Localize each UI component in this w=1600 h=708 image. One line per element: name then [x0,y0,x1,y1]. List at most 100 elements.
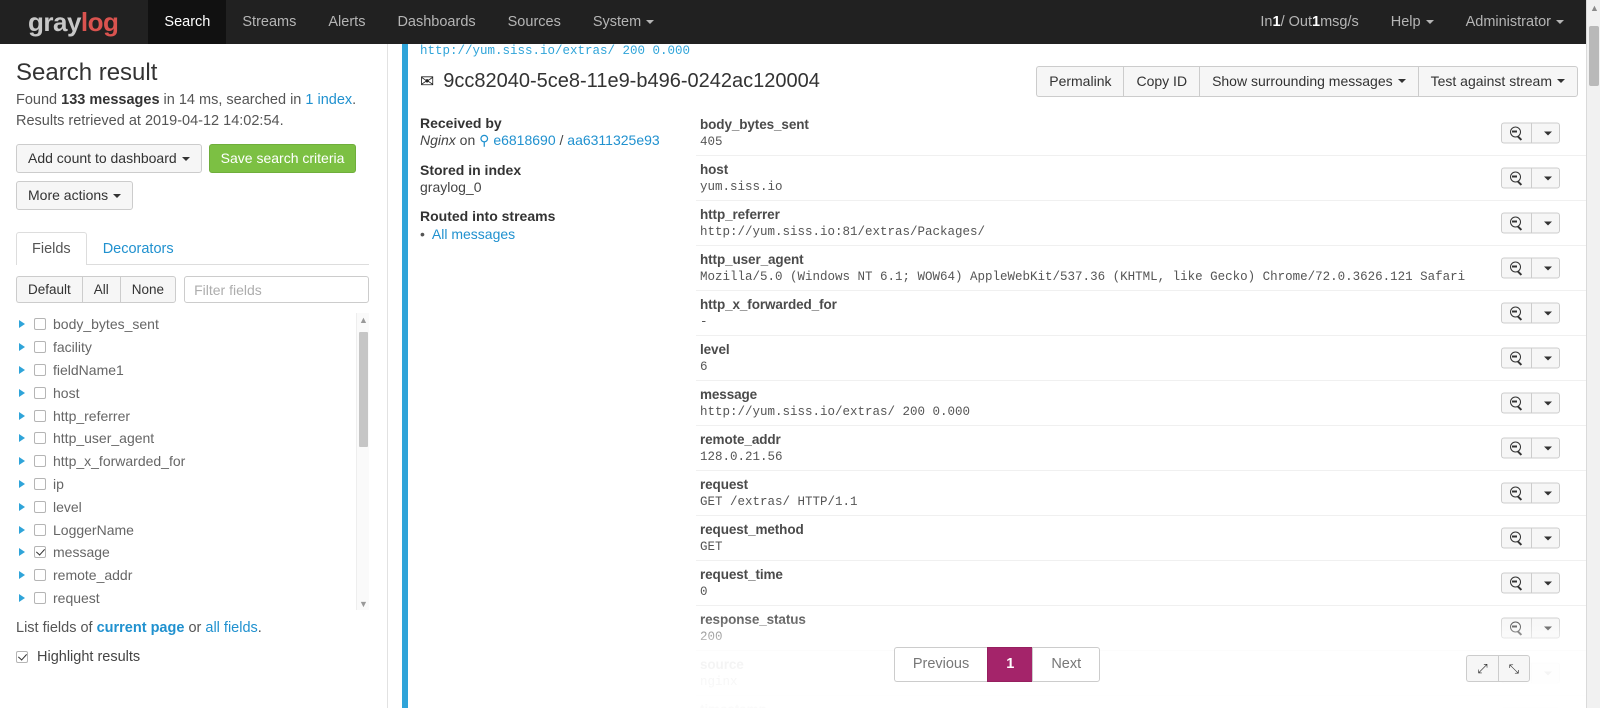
all-fields-link[interactable]: all fields [205,620,257,636]
field-list-item[interactable]: LoggerName [16,518,355,541]
copy-id-button[interactable]: Copy ID [1123,65,1200,97]
nav-item-dashboards[interactable]: Dashboards [381,0,491,44]
expand-triangle-icon[interactable] [19,593,25,602]
field-options-dropdown-button[interactable] [1531,617,1560,639]
field-checkbox[interactable] [34,546,46,559]
tab-decorators[interactable]: Decorators [87,232,190,265]
expand-triangle-icon[interactable] [19,502,25,511]
field-options-dropdown-button[interactable] [1531,167,1560,189]
field-checkbox[interactable] [34,386,46,399]
field-checkbox[interactable] [34,318,46,331]
field-list-item[interactable]: fieldName1 [16,359,355,382]
field-list-scrollbar[interactable]: ▲ ▼ [356,313,369,610]
tab-fields[interactable]: Fields [16,232,87,265]
page-scrollbar-thumb[interactable] [1589,26,1599,86]
node-full-link[interactable]: aa6311325e93 [567,132,659,148]
expand-triangle-icon[interactable] [19,365,25,374]
expand-triangle-icon[interactable] [19,457,25,466]
pagination-page-1-button[interactable]: 1 [987,647,1033,682]
field-list-item[interactable]: host [16,381,355,404]
nav-item-system[interactable]: System [577,0,670,44]
current-page-link[interactable]: current page [97,620,185,636]
field-options-dropdown-button[interactable] [1531,392,1560,414]
field-list-item[interactable]: request [16,587,355,610]
field-options-dropdown-button[interactable] [1531,122,1560,144]
preset-all-button[interactable]: All [81,276,120,303]
more-actions-button[interactable]: More actions [16,181,134,210]
field-list-item[interactable]: http_user_agent [16,427,355,450]
zoom-out-field-button[interactable] [1501,527,1531,549]
pagination-next-button[interactable]: Next [1032,647,1101,682]
stream-link-all-messages[interactable]: All messages [432,226,515,242]
field-checkbox[interactable] [34,569,46,582]
highlight-results-row[interactable]: Highlight results [16,649,369,665]
nav-item-sources[interactable]: Sources [492,0,577,44]
field-options-dropdown-button[interactable] [1531,527,1560,549]
preset-default-button[interactable]: Default [16,276,82,303]
field-options-dropdown-button[interactable] [1531,437,1560,459]
zoom-out-field-button[interactable] [1501,257,1531,279]
field-list-item[interactable]: http_x_forwarded_for [16,450,355,473]
expand-panel-button[interactable]: ⤢ [1466,655,1498,682]
zoom-out-field-button[interactable] [1501,212,1531,234]
field-options-dropdown-button[interactable] [1531,572,1560,594]
preset-none-button[interactable]: None [119,276,177,303]
expand-triangle-icon[interactable] [19,320,25,329]
pagination-previous-button[interactable]: Previous [893,647,988,682]
expand-triangle-icon[interactable] [19,479,25,488]
zoom-out-field-button[interactable] [1501,302,1531,324]
page-scrollbar[interactable]: ▲ [1586,0,1600,708]
expand-triangle-icon[interactable] [19,548,25,557]
scrollbar-thumb[interactable] [359,332,368,447]
expand-triangle-icon[interactable] [19,571,25,580]
field-options-dropdown-button[interactable] [1531,482,1560,504]
field-checkbox[interactable] [34,523,46,536]
expand-triangle-icon[interactable] [19,434,25,443]
zoom-out-field-button[interactable] [1501,392,1531,414]
field-list-item[interactable]: level [16,495,355,518]
nav-item-help[interactable]: Help [1375,0,1450,44]
collapse-panel-button[interactable]: ⤡ [1497,655,1530,682]
zoom-out-field-button[interactable] [1501,482,1531,504]
permalink-button[interactable]: Permalink [1036,65,1124,97]
field-checkbox[interactable] [34,500,46,513]
scroll-down-icon[interactable]: ▼ [358,598,369,609]
page-scroll-up-icon[interactable]: ▲ [1589,2,1600,14]
field-list-item[interactable]: ip [16,473,355,496]
expand-triangle-icon[interactable] [19,388,25,397]
nav-item-user-menu[interactable]: Administrator [1450,0,1580,44]
field-list-item[interactable]: body_bytes_sent [16,313,355,336]
expand-triangle-icon[interactable] [19,525,25,534]
field-checkbox[interactable] [34,455,46,468]
zoom-out-field-button[interactable] [1501,437,1531,459]
test-against-stream-button[interactable]: Test against stream [1417,65,1578,97]
expand-triangle-icon[interactable] [19,411,25,420]
nav-item-search[interactable]: Search [148,0,227,44]
save-search-criteria-button[interactable]: Save search criteria [208,144,357,173]
zoom-out-field-button[interactable] [1501,572,1531,594]
zoom-out-field-button[interactable] [1501,122,1531,144]
node-short-link[interactable]: e6818690 [493,132,555,148]
field-list-item[interactable]: message [16,541,355,564]
field-list-item[interactable]: http_referrer [16,404,355,427]
expand-triangle-icon[interactable] [19,343,25,352]
show-surrounding-messages-button[interactable]: Show surrounding messages [1199,65,1418,97]
field-checkbox[interactable] [34,591,46,604]
field-list-item[interactable]: remote_addr [16,564,355,587]
field-checkbox[interactable] [34,363,46,376]
field-checkbox[interactable] [34,409,46,422]
add-count-to-dashboard-button[interactable]: Add count to dashboard [16,144,202,173]
field-list-item[interactable]: facility [16,336,355,359]
index-link[interactable]: 1 index [305,92,352,108]
field-options-dropdown-button[interactable] [1531,212,1560,234]
zoom-out-field-button[interactable] [1501,347,1531,369]
field-options-dropdown-button[interactable] [1531,347,1560,369]
scroll-up-icon[interactable]: ▲ [358,314,369,325]
graylog-logo[interactable]: gray log [0,0,148,44]
field-options-dropdown-button[interactable] [1531,302,1560,324]
field-options-dropdown-button[interactable] [1531,257,1560,279]
zoom-out-field-button[interactable] [1501,617,1531,639]
filter-fields-input[interactable] [184,276,369,303]
field-list-item[interactable]: request_method [16,609,355,610]
field-checkbox[interactable] [34,477,46,490]
